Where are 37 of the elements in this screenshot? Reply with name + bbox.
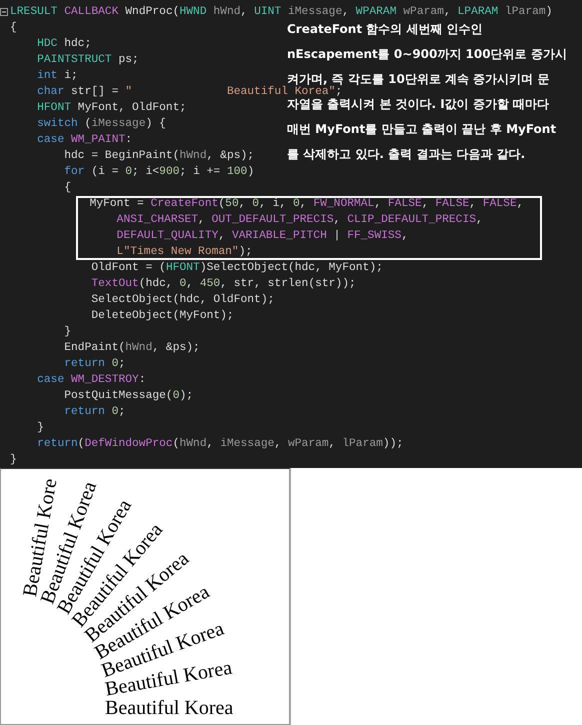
code-line: DEFAULT_QUALITY, VARIABLE_PITCH | FF_SWISS,	[76, 228, 542, 244]
code-line: ANSI_CHARSET, OUT_DEFAULT_PRECIS, CLIP_DEFAULT_PRECIS,	[76, 212, 542, 228]
code-line: char str[] = " Beautiful Korea";	[36, 86, 342, 98]
code-line: SelectObject(hdc, OldFont);	[90, 294, 274, 306]
code-line: case WM_PAINT:	[36, 134, 132, 146]
code-line: HDC hdc;	[36, 38, 92, 50]
code-line: {	[63, 182, 72, 194]
code-line: HFONT MyFont, OldFont;	[36, 102, 186, 114]
code-line: L"Times New Roman");	[76, 244, 542, 260]
rotated-text: Beautiful Korea	[105, 697, 234, 719]
code-line: return 0;	[63, 406, 126, 418]
code-line: TextOut(hdc, 0, 450, str, strlen(str));	[90, 278, 356, 290]
annotation-line: CreateFont 함수의 세번째 인수인	[287, 23, 484, 35]
annotation-line: 자열을 출력시켜 본 것이다. I값이 증가할 때마다	[287, 98, 550, 110]
code-line: PostQuitMessage(0);	[63, 390, 194, 402]
code-line: MyFont = CreateFont(50, 0, i, 0, FW_NORMAL, FALSE, FALSE, FALSE,	[76, 196, 542, 212]
code-line: int i;	[36, 70, 78, 82]
code-line: }	[36, 422, 44, 434]
code-line: EndPaint(hWnd, &ps);	[63, 342, 200, 354]
code-line: return(DefWindowProc(hWnd, iMessage, wParam, lParam));	[36, 438, 404, 450]
code-line: switch (iMessage) {	[36, 118, 166, 130]
code-line: return 0;	[63, 358, 126, 370]
code-line: PAINTSTRUCT ps;	[36, 54, 139, 66]
code-line: case WM_DESTROY:	[36, 374, 146, 386]
collapse-icon[interactable]	[0, 8, 8, 16]
annotation-line: 켜가며, 즉 각도를 10단위로 계속 증가시키며 문	[287, 73, 550, 85]
code-line: LRESULT CALLBACK WndProc(HWND hWnd, UINT iMessage, WPARAM wParam, LPARAM lParam)	[10, 6, 552, 18]
code-line: for (i = 0; i<900; i += 100)	[63, 166, 254, 178]
annotation-line: nEscapement를 0~900까지 100단위로 증가시	[287, 48, 567, 60]
annotation-line: 를 삭제하고 있다. 출력 결과는 다음과 같다.	[287, 148, 526, 160]
code-line: {	[10, 22, 17, 34]
code-line: }	[63, 326, 72, 338]
code-line: hdc = BeginPaint(hWnd, &ps);	[63, 150, 254, 162]
annotation-line: 매번 MyFont를 만들고 출력이 끝난 후 MyFont	[287, 123, 558, 135]
code-line: DeleteObject(MyFont);	[90, 310, 234, 322]
code-line: OldFont = (HFONT)SelectObject(hdc, MyFont);	[90, 262, 383, 274]
code-line: }	[10, 454, 17, 466]
